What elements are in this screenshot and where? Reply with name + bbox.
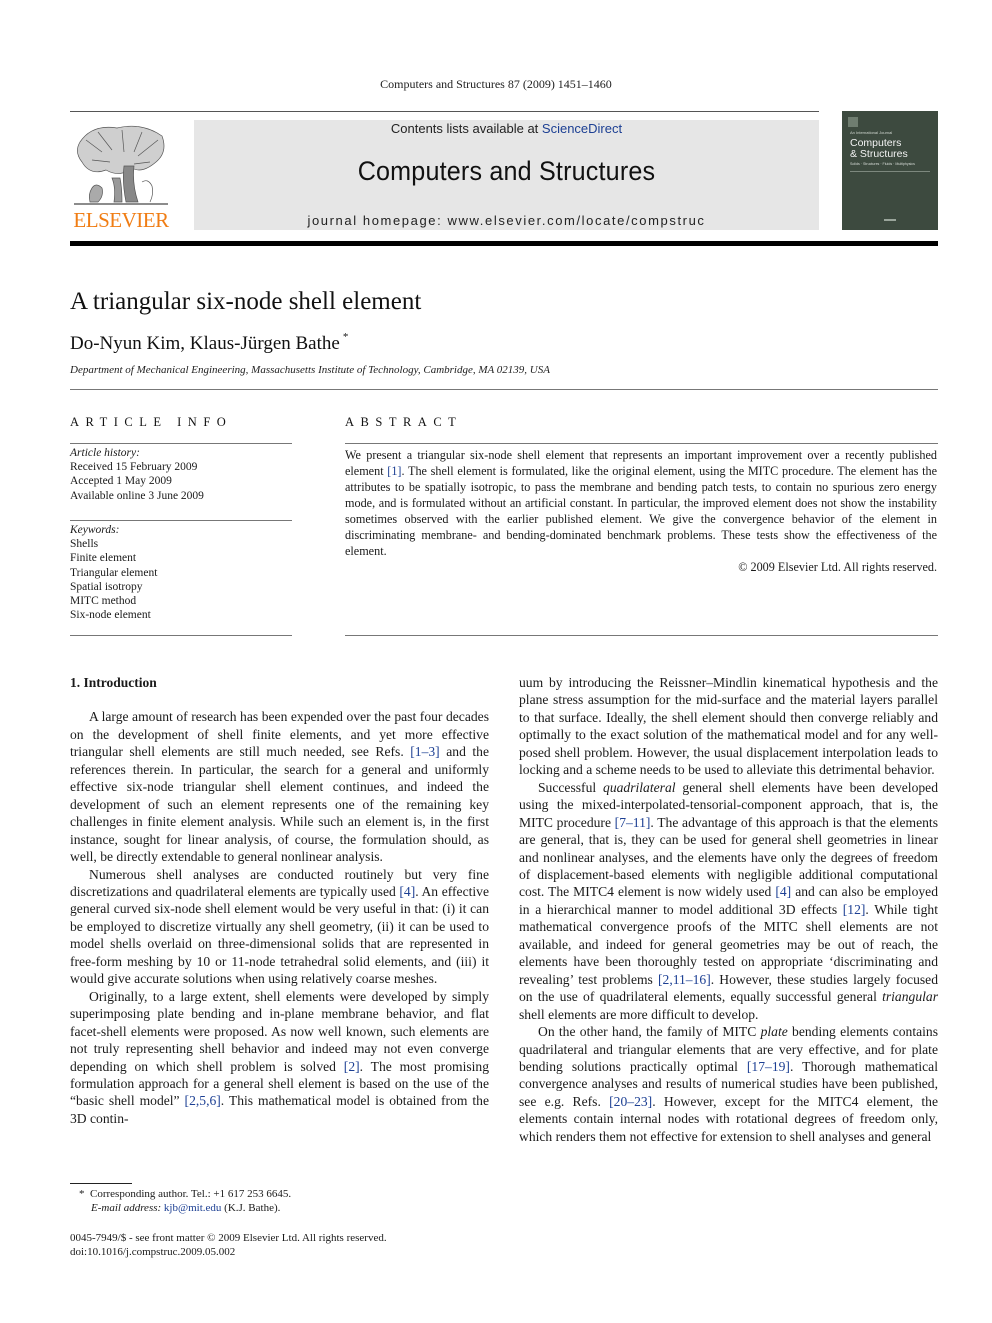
publisher-name: ELSEVIER [73,208,169,232]
article-info-heading: ARTICLE INFO [70,415,233,429]
body-paragraph: uum by introducing the Reissner–Mindlin … [519,675,938,778]
keywords: Keywords: Shells Finite element Triangul… [70,523,292,622]
contents-line: Contents lists available at ScienceDirec… [194,121,819,136]
citation-link[interactable]: [12] [843,902,866,917]
keyword: Spatial isotropy [70,580,143,593]
journal-masthead: Contents lists available at ScienceDirec… [194,120,819,230]
publisher-logo[interactable]: ELSEVIER [70,120,172,232]
cover-title: Computers & Structures [850,138,908,160]
article-history-heading: Article history: [70,447,140,459]
section-heading-introduction: 1. Introduction [70,675,157,690]
abstract-rule [345,443,938,444]
corresponding-author-mark[interactable]: * [343,331,349,343]
abstract-bottom-rule [345,635,938,636]
citation-link[interactable]: [1–3] [410,744,439,759]
elsevier-tree-logo-icon [74,125,168,205]
sciencedirect-link[interactable]: ScienceDirect [542,121,622,136]
journal-homepage-link[interactable]: journal homepage: www.elsevier.com/locat… [194,213,819,228]
citation-link[interactable]: [4] [399,884,415,899]
imprint: 0045-7949/$ - see front matter © 2009 El… [70,1231,490,1259]
author-names: Do-Nyun Kim, Klaus-Jürgen Bathe [70,333,340,354]
body-text: Successful [538,779,604,795]
footnote-mark: * [79,1188,85,1200]
author-affiliation: Department of Mechanical Engineering, Ma… [70,364,550,376]
body-column-left: 1. Introduction A large amount of resear… [70,674,489,1127]
email-suffix: (K.J. Bathe). [221,1202,281,1214]
body-paragraph: Numerous shell analyses are conducted ro… [70,866,489,988]
body-text: shell elements are more difficult to dev… [519,1006,759,1022]
keywords-rule [70,520,292,521]
contents-prefix: Contents lists available at [390,121,542,136]
footnote-phone: Corresponding author. Tel.: +1 617 253 6… [90,1188,292,1200]
body-text-emphasis: triangular [882,989,938,1005]
issn-line: 0045-7949/$ - see front matter © 2009 El… [70,1232,387,1244]
keyword: Shells [70,538,99,551]
footnote: * Corresponding author. Tel.: +1 617 253… [79,1187,499,1215]
keyword: Triangular element [70,566,158,579]
body-paragraph: Originally, to a large extent, shell ele… [70,988,489,1128]
cover-logo-icon [848,117,858,127]
journal-name: Computers and Structures [357,156,656,186]
masthead-thick-rule [70,241,938,246]
abstract-heading: ABSTRACT [345,415,463,429]
citation-link[interactable]: [4] [775,884,791,899]
footnote-rule [70,1183,132,1184]
abstract-text: . The shell element is formulated, like … [345,464,937,558]
cover-publisher-mark [884,219,896,221]
citation-link[interactable]: [1] [387,464,401,478]
email-label: E-mail address: [91,1202,162,1214]
title-rule [70,389,938,390]
article-authors: Do-Nyun Kim, Klaus-Jürgen Bathe * [70,331,349,355]
header-rule [70,111,819,112]
keyword: MITC method [70,595,137,608]
keywords-heading: Keywords: [70,524,120,536]
doi-line[interactable]: doi:10.1016/j.compstruc.2009.05.002 [70,1245,490,1259]
body-paragraph: A large amount of research has been expe… [70,708,489,865]
citation-link[interactable]: [20–23] [609,1094,652,1109]
abstract-body: We present a triangular six-node shell e… [345,447,937,575]
citation-link[interactable]: [2,5,6] [185,1093,221,1108]
citation-link[interactable]: [7–11] [615,815,651,830]
article-info-bottom-rule [70,635,292,636]
history-accepted: Accepted 1 May 2009 [70,475,172,488]
body-text-emphasis: plate [760,1024,788,1040]
body-column-right: uum by introducing the Reissner–Mindlin … [519,674,938,1145]
cover-intl-label: An International Journal [850,130,893,135]
citation-link[interactable]: [17–19] [747,1059,790,1074]
email-link[interactable]: kjb@mit.edu [164,1202,222,1214]
article-title: A triangular six-node shell element [70,288,422,315]
cover-subtitle: Solids · Structures · Fluids · Multiphys… [850,162,915,166]
citation-link[interactable]: [2,11–16] [658,972,711,987]
running-head: Computers and Structures 87 (2009) 1451–… [380,77,612,91]
cover-title-line2: & Structures [850,148,908,160]
history-online: Available online 3 June 2009 [70,489,204,502]
body-text: and the references therein. In particula… [70,744,489,865]
body-paragraph: On the other hand, the family of MITC pl… [519,1023,938,1145]
keyword: Six-node element [70,609,151,622]
article-history: Article history: Received 15 February 20… [70,446,292,503]
citation-link[interactable]: [2] [344,1059,360,1074]
abstract-copyright: © 2009 Elsevier Ltd. All rights reserved… [738,560,937,574]
body-text: On the other hand, the family of MITC [538,1024,761,1040]
body-text-emphasis: quadrilateral [603,779,676,795]
article-info-rule [70,443,292,444]
keyword: Finite element [70,552,137,565]
footnote-email-line: E-mail address: kjb@mit.edu (K.J. Bathe)… [79,1201,499,1215]
journal-cover-thumbnail[interactable]: An International Journal Computers & Str… [842,111,938,230]
history-received: Received 15 February 2009 [70,461,198,474]
cover-divider [850,171,930,172]
footnote-corresponding: * Corresponding author. Tel.: +1 617 253… [79,1187,499,1201]
body-text: . An effective general curved six-node s… [70,883,489,987]
body-paragraph: Successful quadrilateral general shell e… [519,779,938,1023]
